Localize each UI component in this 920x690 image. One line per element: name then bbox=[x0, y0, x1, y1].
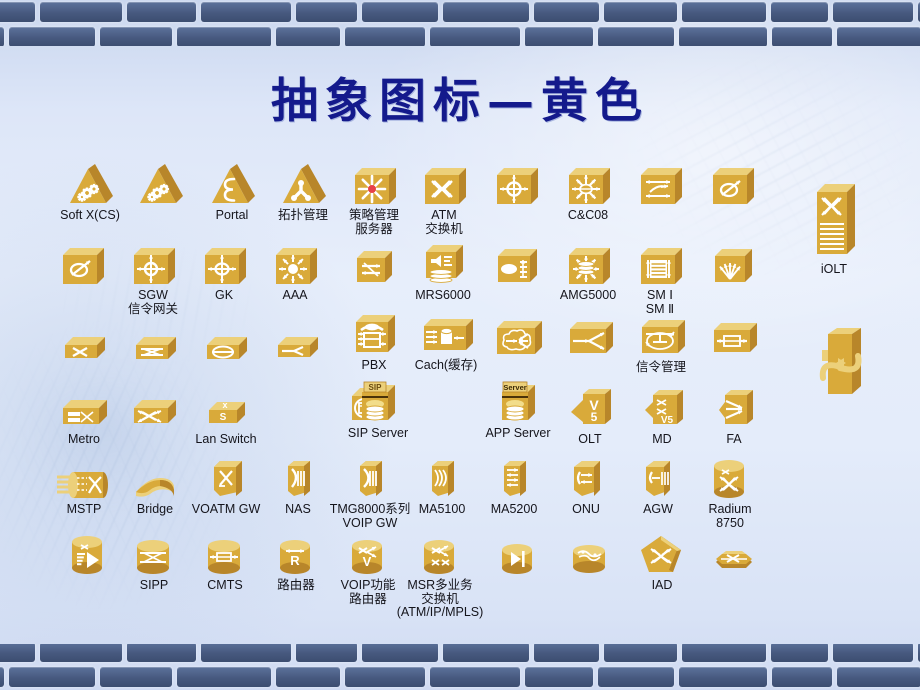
icon-label: ATM 交换机 bbox=[425, 208, 463, 236]
icon-row2-fan[interactable] bbox=[688, 242, 776, 288]
icon-label: SM Ⅰ SM Ⅱ bbox=[645, 288, 675, 316]
svg-text:V: V bbox=[363, 554, 372, 569]
icon-label: IAD bbox=[651, 578, 673, 592]
icon-box-oval-arrow[interactable] bbox=[688, 162, 776, 208]
icon-label: Metro bbox=[68, 432, 100, 446]
icon-label: Radium 8750 bbox=[708, 502, 752, 530]
cyl-x-arrows-icon bbox=[686, 456, 774, 502]
icon-label: FA bbox=[726, 432, 742, 446]
icon-grid: Soft X(CS) Portal 拓扑管理 策略管理 服务器 ATM 交换机 C&C08 SG… bbox=[0, 0, 920, 690]
svg-text:5: 5 bbox=[591, 410, 598, 424]
svg-text:S: S bbox=[220, 412, 227, 423]
svg-text:SIP: SIP bbox=[369, 383, 383, 392]
icon-sip-server[interactable]: SIP SIP Server bbox=[334, 380, 422, 441]
flat-s-icon: xS bbox=[182, 386, 270, 432]
icon-label: iOLT bbox=[820, 262, 848, 276]
cyl-msr-icon bbox=[396, 532, 484, 578]
svg-text:x: x bbox=[222, 400, 227, 410]
icon-aaa-node[interactable]: AAA bbox=[251, 242, 339, 303]
icon-label: 信令管理 bbox=[635, 360, 686, 374]
tall-rack-x-icon bbox=[790, 184, 878, 262]
icon-fa[interactable]: FA bbox=[690, 386, 778, 447]
icon-lan-switch[interactable]: x S Lan Switch bbox=[182, 386, 270, 447]
icon-label: Lan Switch bbox=[195, 432, 257, 446]
icon-label: C&C08 bbox=[567, 208, 609, 222]
icon-row6-octagon[interactable] bbox=[690, 532, 778, 578]
box-oval-arrow-icon bbox=[688, 162, 776, 208]
icon-label: MSR多业务 交换机 (ATM/IP/MPLS) bbox=[396, 578, 484, 619]
icon-row3-fork-switch[interactable] bbox=[253, 319, 341, 365]
fa-arrows-icon bbox=[690, 386, 778, 432]
icon-iolt[interactable]: iOLT bbox=[790, 184, 878, 277]
octagon-x-icon bbox=[690, 532, 778, 578]
icon-label: SIP Server bbox=[347, 426, 409, 440]
flat-fork-icon bbox=[253, 319, 341, 365]
box-sun-arrows-icon bbox=[251, 242, 339, 288]
box-bar-arrows-icon bbox=[689, 314, 777, 360]
icon-label: AAA bbox=[282, 288, 308, 302]
icon-radium-8750[interactable]: Radium 8750 bbox=[686, 456, 774, 530]
server-sip-icon: SIP bbox=[334, 380, 422, 426]
svg-text:Server: Server bbox=[503, 383, 526, 392]
box-fan-icon bbox=[688, 242, 776, 288]
icon-msr-switch[interactable]: MSR多业务 交换机 (ATM/IP/MPLS) bbox=[396, 532, 484, 620]
icon-label: Cach(缓存) bbox=[414, 358, 478, 372]
icon-row3-bar-arrows[interactable] bbox=[689, 314, 777, 360]
icon-label: Soft X(CS) bbox=[60, 208, 120, 222]
svg-text:V5: V5 bbox=[661, 415, 674, 426]
svg-text:R: R bbox=[290, 553, 300, 568]
icon-label: MRS6000 bbox=[415, 288, 471, 302]
tall-arrow-block-icon bbox=[796, 328, 884, 400]
icon-right-cyl-arrows[interactable] bbox=[796, 328, 884, 400]
slide-canvas: 抽象图标—黄色 Soft X(CS) Portal 拓扑管理 策略管理 服务器 ATM 交换… bbox=[0, 0, 920, 690]
